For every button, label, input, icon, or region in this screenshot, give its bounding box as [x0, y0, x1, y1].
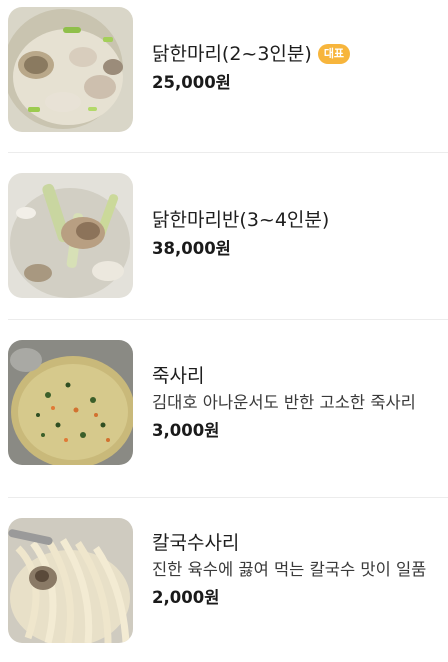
menu-item-name-row: 닭한마리(2~3인분) 대표: [152, 41, 442, 67]
chicken-leek-photo: [8, 173, 133, 298]
menu-item-image[interactable]: [8, 7, 133, 132]
menu-item-name: 칼국수사리: [152, 532, 240, 554]
menu-item[interactable]: 닭한마리(2~3인분) 대표 25,000원: [0, 0, 448, 150]
menu-item-description: 진한 육수에 끓여 먹는 칼국수 맛이 일품: [152, 560, 427, 579]
menu-item-name: 닭한마리반(3~4인분): [152, 209, 330, 231]
menu-item-info: 닭한마리(2~3인분) 대표 25,000원: [152, 41, 442, 95]
soup-chicken-photo: [8, 7, 133, 132]
menu-item-info: 죽사리 김대호 아나운서도 반한 고소한 죽사리 3,000원: [152, 363, 442, 443]
menu-item[interactable]: 닭한마리반(3~4인분) 38,000원: [0, 155, 448, 315]
menu-item-price: 25,000원: [152, 73, 231, 92]
menu-item-price: 2,000원: [152, 588, 220, 607]
menu-item-info: 칼국수사리 진한 육수에 끓여 먹는 칼국수 맛이 일품 2,000원: [152, 530, 442, 610]
menu-item-name: 닭한마리(2~3인분): [152, 43, 312, 65]
porridge-photo: [8, 340, 133, 465]
menu-item-image[interactable]: [8, 518, 133, 643]
menu-item-info: 닭한마리반(3~4인분) 38,000원: [152, 207, 442, 261]
menu-item-description: 김대호 아나운서도 반한 고소한 죽사리: [152, 393, 416, 412]
menu-item-image[interactable]: [8, 173, 133, 298]
menu-item-price: 38,000원: [152, 239, 231, 258]
menu-item-name: 죽사리: [152, 365, 205, 387]
menu-item-price: 3,000원: [152, 421, 220, 440]
menu-item[interactable]: 칼국수사리 진한 육수에 끓여 먹는 칼국수 맛이 일품 2,000원: [0, 499, 448, 662]
menu-item[interactable]: 죽사리 김대호 아나운서도 반한 고소한 죽사리 3,000원: [0, 321, 448, 496]
menu-item-image[interactable]: [8, 340, 133, 465]
divider: [8, 152, 448, 153]
divider: [8, 319, 448, 320]
noodles-photo: [8, 518, 133, 643]
divider: [8, 497, 448, 498]
representative-badge: 대표: [317, 44, 351, 64]
